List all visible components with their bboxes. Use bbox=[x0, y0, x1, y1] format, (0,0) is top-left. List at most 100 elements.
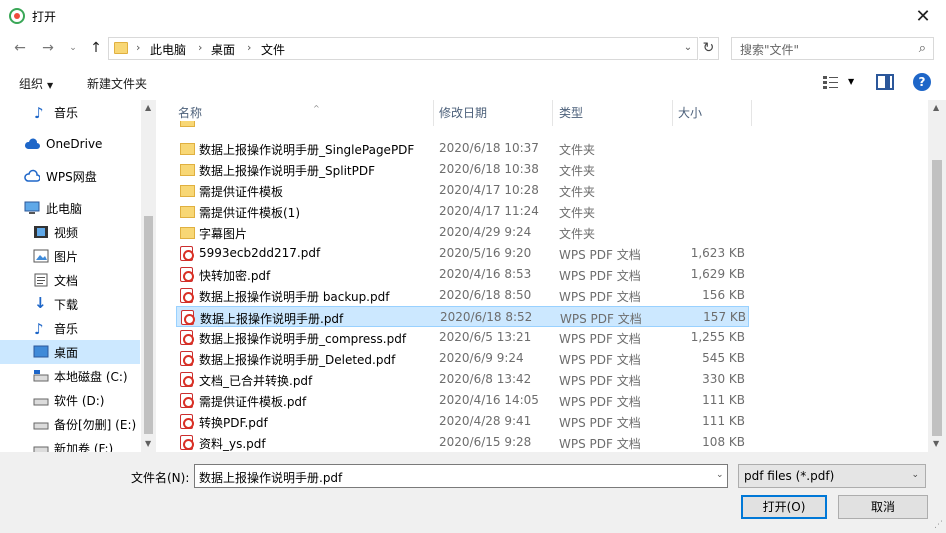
cell-date: 2020/4/16 8:53 bbox=[439, 267, 532, 281]
table-row[interactable]: 需提供证件模板.pdf 2020/4/16 14:05 WPS PDF 文档 111 … bbox=[176, 390, 749, 411]
dialog-footer: 文件名(N): 数据上报操作说明手册.pdf ⌄ pdf files (*.pd… bbox=[0, 452, 946, 533]
file-list-scroll-thumb[interactable] bbox=[932, 160, 942, 436]
pdf-file-icon bbox=[180, 267, 194, 282]
table-row[interactable]: 文档_已合并转换.pdf 2020/6/8 13:42 WPS PDF 文档 330 … bbox=[176, 369, 749, 390]
search-placeholder: 搜索"文件" bbox=[740, 43, 800, 57]
sidebar-item-this-pc[interactable]: 此电脑 bbox=[0, 196, 140, 220]
chevron-right-icon[interactable]: › bbox=[136, 41, 140, 54]
sidebar-item-documents[interactable]: 文档 bbox=[0, 268, 140, 292]
breadcrumb-files[interactable]: 文件 bbox=[261, 41, 285, 58]
view-dropdown-icon[interactable]: ▼ bbox=[848, 77, 854, 86]
folder-icon bbox=[180, 121, 195, 127]
table-row[interactable]: 需提供证件模板 2020/4/17 10:28 文件夹 bbox=[176, 180, 749, 201]
sidebar-item-drive-d[interactable]: 软件 (D:) bbox=[0, 388, 140, 412]
view-options-icon[interactable] bbox=[822, 74, 840, 90]
cell-size: 1,629 KB bbox=[690, 267, 745, 281]
sidebar-item-music[interactable]: ♪ 音乐 bbox=[0, 316, 140, 340]
sidebar-item-downloads[interactable]: ↓ 下载 bbox=[0, 292, 140, 316]
breadcrumb-this-pc[interactable]: 此电脑 bbox=[150, 41, 186, 58]
scroll-down-icon[interactable]: ▼ bbox=[933, 439, 939, 448]
up-arrow-icon[interactable]: ↑ bbox=[86, 39, 106, 57]
pdf-file-icon bbox=[180, 435, 194, 450]
filename-input[interactable]: 数据上报操作说明手册.pdf bbox=[194, 464, 728, 488]
folder-icon bbox=[180, 227, 195, 239]
sidebar-item-music-top[interactable]: ♪ 音乐 bbox=[0, 100, 140, 124]
table-row[interactable]: 转换PDF.pdf 2020/4/28 9:41 WPS PDF 文档 111 KB bbox=[176, 411, 749, 432]
folder-icon bbox=[180, 164, 195, 176]
sidebar-item-wps-cloud[interactable]: WPS网盘 bbox=[0, 164, 140, 188]
table-row[interactable]: 数据上报操作说明手册_Deleted.pdf 2020/6/9 9:24 WPS P… bbox=[176, 348, 749, 369]
window-title: 打开 bbox=[32, 10, 57, 24]
cell-date: 2020/4/29 9:24 bbox=[439, 225, 532, 239]
refresh-icon[interactable]: ↻ bbox=[699, 37, 719, 60]
organize-button[interactable]: 组织 ▼ bbox=[19, 75, 53, 92]
search-icon[interactable]: ⌕ bbox=[919, 41, 926, 56]
file-type-select[interactable]: pdf files (*.pdf) ⌄ bbox=[738, 464, 926, 488]
filename-dropdown-icon[interactable]: ⌄ bbox=[716, 470, 724, 480]
sidebar-item-videos[interactable]: 视频 bbox=[0, 220, 140, 244]
sidebar-scroll-thumb[interactable] bbox=[144, 216, 153, 434]
cell-date: 2020/4/16 14:05 bbox=[439, 393, 539, 407]
scroll-up-icon[interactable]: ▲ bbox=[145, 103, 151, 112]
cell-date: 2020/6/9 9:24 bbox=[439, 351, 524, 365]
cell-type: 文件夹 bbox=[559, 185, 596, 199]
sidebar-item-label: 视频 bbox=[54, 225, 79, 240]
pdf-file-icon bbox=[181, 310, 195, 325]
search-input[interactable]: 搜索"文件" ⌕ bbox=[731, 37, 934, 60]
resize-grip-icon[interactable]: ⋰ bbox=[934, 520, 943, 530]
open-button[interactable]: 打开(O) bbox=[741, 495, 827, 519]
table-row[interactable]: 字幕图片 2020/4/29 9:24 文件夹 bbox=[176, 222, 749, 243]
sidebar-item-onedrive[interactable]: OneDrive bbox=[0, 132, 140, 156]
cell-type: 文件夹 bbox=[559, 164, 596, 178]
table-row[interactable]: 快转加密.pdf 2020/4/16 8:53 WPS PDF 文档 1,629 KB bbox=[176, 264, 749, 285]
drive-icon bbox=[33, 446, 49, 452]
help-icon[interactable]: ? bbox=[913, 73, 931, 91]
sidebar-scrollbar[interactable]: ▲ ▼ bbox=[141, 100, 156, 452]
file-type-value: pdf files (*.pdf) bbox=[744, 469, 835, 483]
pdf-file-icon bbox=[180, 414, 194, 429]
table-row-partial[interactable] bbox=[176, 121, 749, 131]
picture-icon bbox=[33, 249, 49, 263]
chevron-right-icon[interactable]: › bbox=[198, 41, 202, 54]
recent-dropdown-icon[interactable]: ⌄ bbox=[63, 39, 83, 57]
table-row[interactable]: 数据上报操作说明手册_SinglePagePDF 2020/6/18 10:37 文… bbox=[176, 138, 749, 159]
table-row[interactable]: 资料_ys.pdf 2020/6/15 9:28 WPS PDF 文档 108 KB bbox=[176, 432, 749, 452]
cell-type: WPS PDF 文档 bbox=[559, 269, 641, 283]
cell-date: 2020/6/18 10:38 bbox=[439, 162, 539, 176]
table-row[interactable]: 数据上报操作说明手册.pdf 2020/6/18 8:52 WPS PDF 文档 15… bbox=[176, 306, 749, 327]
preview-pane-icon[interactable] bbox=[876, 74, 894, 90]
cell-name: 文档_已合并转换.pdf bbox=[199, 374, 313, 388]
scroll-up-icon[interactable]: ▲ bbox=[933, 103, 939, 112]
new-folder-button[interactable]: 新建文件夹 bbox=[87, 75, 147, 92]
document-icon bbox=[34, 273, 48, 287]
cell-size: 1,255 KB bbox=[690, 330, 745, 344]
sidebar-item-pictures[interactable]: 图片 bbox=[0, 244, 140, 268]
cancel-button[interactable]: 取消 bbox=[838, 495, 928, 519]
scroll-down-icon[interactable]: ▼ bbox=[145, 439, 151, 448]
back-arrow-icon[interactable]: ← bbox=[10, 39, 30, 57]
sidebar-item-drive-e[interactable]: 备份[勿删] (E:) bbox=[0, 412, 140, 436]
file-list-scrollbar[interactable]: ▲ ▼ bbox=[928, 100, 946, 452]
cell-type: WPS PDF 文档 bbox=[559, 353, 641, 367]
sidebar-item-drive-f[interactable]: 新加卷 (F:) bbox=[0, 436, 140, 452]
table-row[interactable]: 数据上报操作说明手册 backup.pdf 2020/6/18 8:50 WPS P… bbox=[176, 285, 749, 306]
cell-type: WPS PDF 文档 bbox=[559, 290, 641, 304]
close-button[interactable]: ✕ bbox=[900, 0, 946, 32]
forward-arrow-icon[interactable]: → bbox=[38, 39, 58, 57]
cell-name: 字幕图片 bbox=[199, 227, 248, 241]
table-row[interactable]: 需提供证件模板(1) 2020/4/17 11:24 文件夹 bbox=[176, 201, 749, 222]
cell-name: 数据上报操作说明手册_SinglePagePDF bbox=[199, 143, 415, 157]
sidebar-item-drive-c[interactable]: 本地磁盘 (C:) bbox=[0, 364, 140, 388]
address-dropdown-icon[interactable]: ⌄ bbox=[678, 37, 698, 60]
table-row[interactable]: 数据上报操作说明手册_SplitPDF 2020/6/18 10:38 文件夹 bbox=[176, 159, 749, 180]
table-row[interactable]: 5993ecb2dd217.pdf 2020/5/16 9:20 WPS PDF 文… bbox=[176, 243, 749, 264]
sidebar-item-desktop[interactable]: 桌面 bbox=[0, 340, 140, 364]
pdf-file-icon bbox=[180, 393, 194, 408]
cell-name: 5993ecb2dd217.pdf bbox=[199, 246, 321, 260]
drive-icon bbox=[33, 398, 49, 406]
address-bar[interactable]: › 此电脑 › 桌面 › 文件 bbox=[108, 37, 698, 60]
cell-type: 文件夹 bbox=[559, 206, 596, 220]
chevron-right-icon[interactable]: › bbox=[247, 41, 251, 54]
table-row[interactable]: 数据上报操作说明手册_compress.pdf 2020/6/5 13:21 WPS… bbox=[176, 327, 749, 348]
breadcrumb-desktop[interactable]: 桌面 bbox=[211, 41, 235, 58]
